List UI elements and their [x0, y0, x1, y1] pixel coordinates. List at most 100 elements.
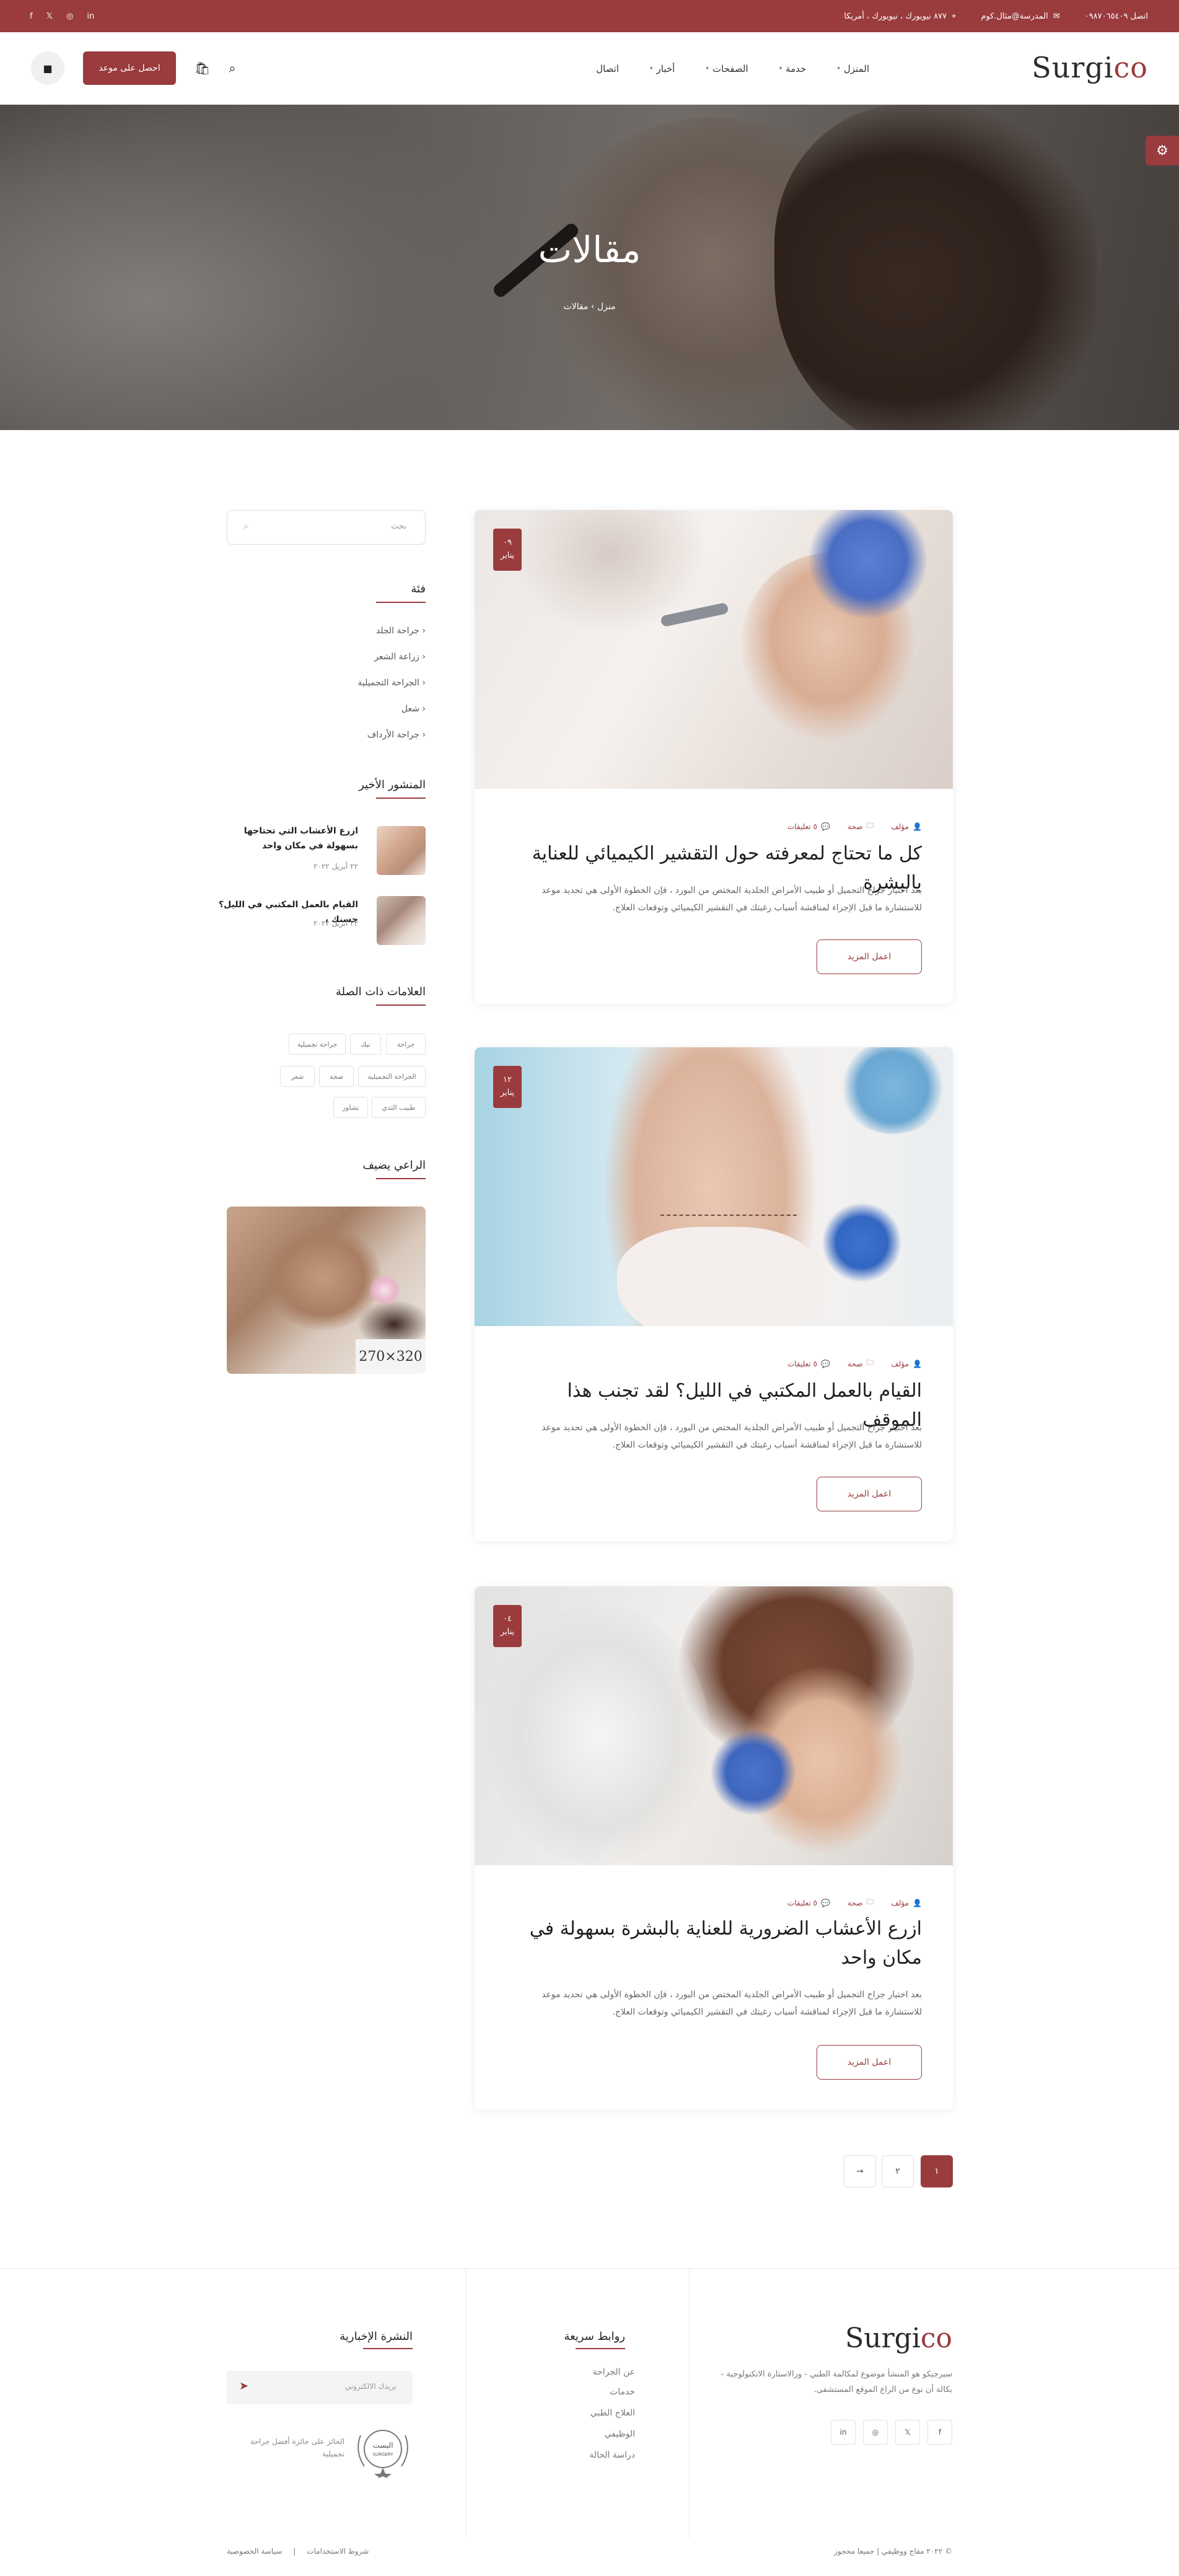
post-author[interactable]: 👤 مؤلف	[891, 1896, 922, 1909]
linkedin-icon[interactable]: in	[87, 12, 94, 21]
category-label: زراعة الشعر	[374, 652, 419, 662]
main-nav: المنزل ▾ خدمة ▾ الصفحات ▾ أخبار ▾ اتصال	[596, 32, 869, 105]
category-item[interactable]: ‹ الجراحة التجميلية	[357, 678, 426, 688]
nav-home[interactable]: المنزل ▾	[837, 63, 869, 74]
footer-link[interactable]: خدمات	[610, 2387, 635, 2397]
category-item[interactable]: ‹ جراحة الجلد	[376, 626, 426, 636]
post-day: ٠٩	[503, 538, 512, 548]
contact-info: اتصل ٠٩٨٧٠٦٥٤٠٩ ✉ المدرسة@مثال.كوم ⌖ ٨٧٧ ن…	[844, 0, 1148, 32]
user-icon: 👤	[913, 1359, 922, 1368]
post-comments[interactable]: 💬 ٥ تعليقات	[787, 1357, 830, 1370]
category-item[interactable]: ‹ زراعة الشعر	[374, 652, 426, 662]
post-date-badge: ٠٩ يناير	[493, 529, 522, 571]
footer-link[interactable]: العلاج الطبي	[590, 2408, 635, 2418]
sponsor-ad-image[interactable]: 320×270	[227, 1207, 426, 1374]
linkedin-icon[interactable]: in	[831, 2420, 856, 2445]
tag-item[interactable]: الجراحة التجميلية	[358, 1066, 426, 1087]
nav-pages[interactable]: الصفحات ▾	[706, 63, 748, 74]
post-comments[interactable]: 💬 ٥ تعليقات	[787, 1896, 830, 1909]
post-meta: 👤 مؤلف 🗀 صحة 💬 ٥ تعليقات	[787, 1896, 922, 1909]
site-logo[interactable]: Surgico	[1032, 51, 1148, 84]
facebook-icon[interactable]: f	[927, 2420, 952, 2445]
video-icon[interactable]: ■	[31, 51, 64, 85]
send-icon[interactable]: ➤	[239, 2380, 248, 2393]
category-item[interactable]: ‹ شعل	[401, 704, 426, 714]
twitter-icon[interactable]: 𝕏	[895, 2420, 920, 2445]
post-category[interactable]: 🗀 صحة	[848, 1357, 874, 1370]
tag-item[interactable]: تشاور	[333, 1097, 368, 1118]
cart-icon[interactable]: 🛍	[195, 61, 210, 76]
post-image[interactable]	[475, 510, 953, 789]
nav-contact[interactable]: اتصال	[596, 63, 619, 74]
tag-item[interactable]: شعر	[280, 1066, 315, 1087]
privacy-link[interactable]: سياسة الخصوصية	[227, 2547, 282, 2556]
footer-description: سيرجيكو هو المنشأ موضوع لمكالمة الطبي - …	[721, 2370, 952, 2394]
breadcrumb-current: مقالات	[563, 302, 589, 312]
footer-logo[interactable]: Surgico	[845, 2323, 952, 2354]
post-image-cap	[840, 1047, 945, 1134]
page-2-button[interactable]: ٢	[882, 2155, 914, 2187]
post-comments-label: ٥ تعليقات	[787, 1359, 817, 1368]
search-icon[interactable]: ⌕	[243, 520, 249, 532]
read-more-button[interactable]: اعمل المزيد	[817, 1477, 922, 1511]
facebook-icon[interactable]: f	[30, 12, 33, 21]
twitter-icon[interactable]: 𝕏	[46, 12, 53, 21]
read-more-button[interactable]: اعمل المزيد	[817, 2045, 922, 2080]
post-category[interactable]: 🗀 صحة	[848, 1896, 874, 1909]
breadcrumb-home[interactable]: منزل	[597, 302, 616, 312]
tag-item[interactable]: جراحة	[386, 1034, 426, 1055]
tag-item[interactable]: نيك	[350, 1034, 381, 1055]
award-badge-icon: البست SURGERY	[357, 2430, 408, 2479]
footer-link[interactable]: دراسة الحالة	[589, 2450, 635, 2460]
read-more-button[interactable]: اعمل المزيد	[817, 939, 922, 974]
recent-post-thumb[interactable]	[377, 896, 426, 945]
badge-text: البست	[372, 2441, 393, 2450]
page-title: مقالات	[538, 229, 641, 271]
post-title[interactable]: ازرع الأعشاب الضرورية للعناية بالبشرة بس…	[506, 1915, 922, 1972]
nav-news[interactable]: أخبار ▾	[650, 63, 675, 74]
appointment-button[interactable]: احصل على موعد	[83, 51, 176, 85]
nav-service[interactable]: خدمة ▾	[779, 63, 807, 74]
post-category[interactable]: 🗀 صحة	[848, 820, 874, 833]
chevron-down-icon: ▾	[706, 65, 709, 72]
footer-link[interactable]: الوظيفي	[604, 2429, 635, 2439]
badge-sub: SURGERY	[373, 2452, 394, 2457]
tag-item[interactable]: صحة	[319, 1066, 354, 1087]
newsletter-email-input[interactable]: بريدك الالكتروني ➤	[227, 2371, 413, 2404]
sidebar-search-input[interactable]: بحث ⌕	[227, 510, 426, 545]
post-image[interactable]	[475, 1047, 953, 1326]
post-comments[interactable]: 💬 ٥ تعليقات	[787, 820, 830, 833]
phone-info[interactable]: اتصل ٠٩٨٧٠٦٥٤٠٩	[1085, 12, 1148, 21]
tags-title: العلامات ذات الصلة	[335, 985, 426, 1006]
email-info[interactable]: ✉ المدرسة@مثال.كوم	[981, 12, 1059, 21]
address-text: ٨٧٧ نيويورك ، نيويورك ، أمريكا	[844, 11, 947, 21]
instagram-icon[interactable]: ◎	[863, 2420, 888, 2445]
nav-service-label: خدمة	[786, 63, 807, 74]
instagram-icon[interactable]: ◎	[66, 12, 73, 21]
post-author[interactable]: 👤 مؤلف	[891, 1357, 922, 1370]
category-item[interactable]: ‹ جراحة الأرداف	[367, 730, 426, 740]
post-category-label: صحة	[847, 1359, 863, 1368]
post-image[interactable]	[475, 1586, 953, 1865]
breadcrumb-separator-icon: ›	[588, 302, 595, 312]
post-comments-label: ٥ تعليقات	[787, 822, 817, 831]
search-icon[interactable]: ⌕	[229, 61, 235, 76]
post-category-label: صحة	[847, 822, 863, 831]
post-image-garment	[617, 1227, 822, 1326]
settings-gear-icon[interactable]: ⚙	[1146, 136, 1179, 165]
recent-post-title[interactable]: ازرع الأعشاب التي تحتاجها بسهولة في مكان…	[216, 824, 358, 854]
page-1-button[interactable]: ١	[921, 2155, 953, 2187]
post-month: يناير	[500, 1088, 515, 1097]
blog-post-card: ٠٩ يناير 👤 مؤلف 🗀 صحة 💬 ٥ تعليقات كل ما تحتا…	[475, 510, 953, 1004]
terms-link[interactable]: شروط الاستخدامات	[307, 2547, 369, 2556]
next-page-button[interactable]: →	[844, 2155, 876, 2187]
nav-news-label: أخبار	[656, 63, 675, 74]
recent-post-thumb[interactable]	[377, 826, 426, 875]
tag-item[interactable]: طبيب الثدي	[372, 1097, 426, 1118]
footer-link[interactable]: عن الجراحة	[593, 2367, 635, 2377]
post-author[interactable]: 👤 مؤلف	[891, 820, 922, 833]
tag-item[interactable]: جراحة تجميلية	[289, 1034, 346, 1055]
breadcrumb: منزل › مقالات	[0, 302, 1179, 312]
ad-size-label: 320×270	[356, 1339, 426, 1374]
topbar-social: in ◎ 𝕏 f	[30, 0, 94, 32]
